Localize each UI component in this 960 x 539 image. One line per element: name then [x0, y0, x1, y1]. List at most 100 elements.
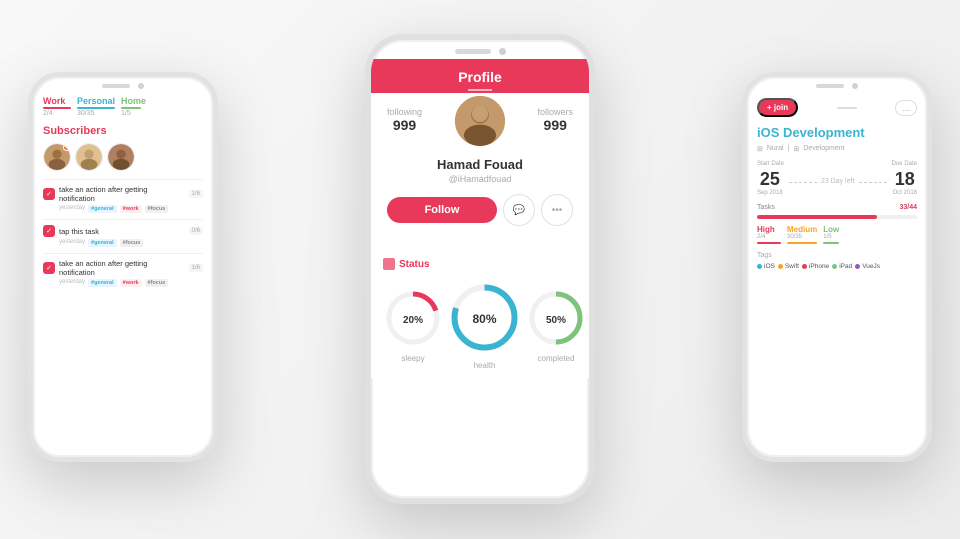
tab-personal[interactable]: Personal 30/35 — [77, 96, 115, 117]
action-buttons: Follow 💬 ••• — [387, 194, 573, 226]
avatar-2[interactable] — [75, 143, 103, 171]
priority-low-label: Low — [823, 225, 839, 234]
profile-handle: @iHamadfouad — [387, 174, 573, 184]
message-button[interactable]: 💬 — [503, 194, 535, 226]
profile-avatar — [452, 93, 508, 149]
project-title: iOS Development — [757, 125, 917, 141]
dots-button[interactable]: ... — [895, 100, 917, 116]
subscribers-title: Subscribers — [43, 125, 203, 137]
priority-medium: Medium 30/35 — [787, 225, 817, 244]
circle-completed: 50% completed — [526, 288, 586, 363]
project-meta-icon2: ⊞ — [793, 145, 799, 153]
tag-ipad-dot — [832, 264, 837, 269]
task-2-badge: 0/6 — [189, 227, 203, 235]
priority-medium-label: Medium — [787, 225, 817, 234]
due-day: 18 — [895, 169, 915, 190]
project-nural: Nural — [767, 145, 784, 152]
follow-button[interactable]: Follow — [387, 197, 497, 223]
circle-completed-label: completed — [538, 354, 575, 363]
center-camera — [499, 48, 506, 55]
task-1: take an action after getting notificatio… — [43, 179, 203, 213]
profile-section: following 999 followe — [371, 93, 589, 250]
task-1-text: take an action after getting notificatio… — [59, 185, 185, 203]
priority-row: High 2/4 Medium 30/35 Low 1/5 — [757, 225, 917, 244]
left-speaker — [102, 84, 130, 88]
priority-low: Low 1/5 — [823, 225, 839, 244]
progress-bar-bg — [757, 215, 917, 219]
task-3: take an action after getting notificatio… — [43, 253, 203, 287]
task-1-tag-focus: #focus — [145, 205, 169, 213]
right-camera — [852, 83, 858, 89]
donut-sleepy: 20% — [383, 288, 443, 348]
join-button[interactable]: + join — [757, 98, 798, 117]
join-row: + join ... — [757, 98, 917, 117]
right-content: + join ... iOS Development ⊞ Nural | ⊞ D… — [747, 92, 927, 444]
task-1-date: yesterday — [59, 205, 85, 213]
tag-iphone: iPhone — [802, 263, 829, 270]
task-2-tag-focus: #focus — [120, 239, 144, 247]
more-button[interactable]: ••• — [541, 194, 573, 226]
task-3-tag-general: #general — [88, 279, 117, 287]
tag-vuejs-label: VueJs — [862, 263, 880, 270]
task-2-check[interactable] — [43, 225, 55, 237]
profile-name: Hamad Fouad — [387, 157, 573, 172]
avatars-row — [43, 143, 203, 171]
avatar-3[interactable] — [107, 143, 135, 171]
priority-low-sub: 1/5 — [823, 234, 839, 240]
svg-text:80%: 80% — [472, 312, 496, 326]
avatar-1[interactable] — [43, 143, 71, 171]
meta-separator: | — [788, 145, 790, 152]
date-row: 25 Sep 2018 23 Day left 18 Oct 2018 — [757, 169, 917, 196]
due-month: Oct 2018 — [893, 190, 917, 196]
tag-vuejs-dot — [855, 264, 860, 269]
tabs-row: Work 2/4 Personal 30/35 Home 1/5 — [43, 96, 203, 117]
center-phone: Profile following 999 — [365, 34, 595, 504]
task-1-badge: 1/6 — [189, 190, 203, 198]
task-3-badge: 1/6 — [189, 264, 203, 272]
svg-text:20%: 20% — [403, 315, 423, 326]
circle-sleepy: 20% sleepy — [383, 288, 443, 363]
tag-ios-dot — [757, 264, 762, 269]
tab-work-label: Work — [43, 96, 71, 106]
tab-work-sub: 2/4 — [43, 110, 71, 117]
status-label: Status — [399, 259, 430, 270]
start-date-label: Start Date — [757, 161, 784, 167]
priority-high-line — [757, 242, 781, 244]
task-3-text: take an action after getting notificatio… — [59, 259, 185, 277]
status-icon — [383, 258, 395, 270]
center-phone-top — [371, 40, 589, 59]
following-count: 999 — [393, 117, 416, 133]
followers-stat: followers 999 — [537, 107, 573, 135]
task-3-tag-focus: #focus — [145, 279, 169, 287]
priority-high-label: High — [757, 225, 781, 234]
tasks-progress-row: Tasks 33/44 — [757, 204, 917, 211]
start-day: 25 — [760, 169, 780, 190]
task-3-date: yesterday — [59, 279, 85, 287]
tags-section: Tags iOS Swift iPhone — [757, 252, 917, 270]
task-3-check[interactable] — [43, 262, 55, 274]
svg-text:50%: 50% — [546, 315, 566, 326]
tag-swift-dot — [778, 264, 783, 269]
tab-home-sub: 1/5 — [121, 110, 146, 117]
tab-home[interactable]: Home 1/5 — [121, 96, 146, 117]
task-2-text: tap this task — [59, 227, 185, 236]
task-2-date: yesterday — [59, 239, 85, 247]
priority-low-line — [823, 242, 839, 244]
project-meta: ⊞ Nural | ⊞ Development — [757, 145, 917, 153]
task-2-meta: yesterday #general #focus — [43, 239, 203, 247]
tasks-label: Tasks — [757, 204, 775, 211]
right-speaker — [816, 84, 844, 88]
circle-health-label: health — [474, 361, 496, 370]
tab-home-label: Home — [121, 96, 146, 106]
task-1-check[interactable] — [43, 188, 55, 200]
phones-container: Work 2/4 Personal 30/35 Home 1/5 Subscri… — [0, 0, 960, 539]
right-phone: + join ... iOS Development ⊞ Nural | ⊞ D… — [742, 72, 932, 462]
tab-work[interactable]: Work 2/4 — [43, 96, 71, 117]
tags-row: iOS Swift iPhone iPad — [757, 263, 917, 270]
left-phone: Work 2/4 Personal 30/35 Home 1/5 Subscri… — [28, 72, 218, 462]
days-left-label: 23 Day left — [818, 178, 857, 185]
project-dev: Development — [803, 145, 844, 152]
donut-completed: 50% — [526, 288, 586, 348]
task-1-meta: yesterday #general #work #focus — [43, 205, 203, 213]
status-title: Status — [383, 258, 577, 270]
